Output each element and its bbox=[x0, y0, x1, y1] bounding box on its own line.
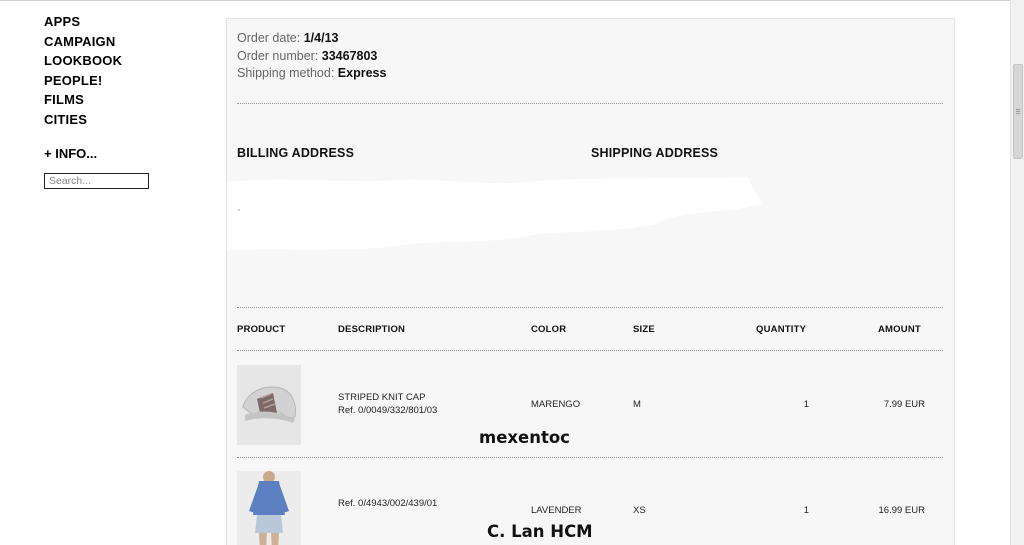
row1-ref: Ref. 0/0049/332/801/03 bbox=[338, 405, 438, 416]
scrollbar-thumb[interactable] bbox=[1013, 64, 1023, 159]
row2-description: Ref. 0/4943/002/439/01 bbox=[338, 497, 437, 510]
info-link[interactable]: + INFO... bbox=[44, 146, 204, 161]
billing-address-title: BILLING ADDRESS bbox=[237, 146, 355, 160]
shipping-method-value: Express bbox=[337, 66, 387, 80]
col-quantity: QUANTITY bbox=[756, 324, 807, 335]
redacted-address-area bbox=[227, 177, 762, 250]
knit-cap-icon bbox=[237, 365, 301, 445]
order-panel: Order date: 1/4/13 Order number: 3346780… bbox=[226, 18, 955, 545]
order-number-value: 33467803 bbox=[321, 48, 378, 63]
product-image-knit-cap[interactable] bbox=[237, 365, 301, 445]
grip-line bbox=[1016, 111, 1020, 112]
nav-apps[interactable]: APPS bbox=[44, 12, 204, 32]
order-date-value: 1/4/13 bbox=[303, 31, 339, 45]
shipping-method: Shipping method: Express bbox=[237, 65, 386, 83]
nav-campaign[interactable]: CAMPAIGN bbox=[44, 32, 204, 52]
row2-ref: Ref. 0/4943/002/439/01 bbox=[338, 498, 438, 509]
nav-cities[interactable]: CITIES bbox=[44, 110, 204, 130]
order-date-label: Order date: bbox=[237, 31, 301, 45]
divider bbox=[237, 307, 943, 308]
shipping-address-title: SHIPPING ADDRESS bbox=[591, 146, 719, 160]
divider bbox=[237, 350, 943, 351]
shirt-model-icon bbox=[237, 471, 301, 545]
row2-color: LAVENDER bbox=[531, 505, 582, 516]
row2-size: XS bbox=[633, 505, 646, 516]
col-color: COLOR bbox=[531, 324, 567, 335]
col-size: SIZE bbox=[633, 324, 655, 335]
grip-line bbox=[1016, 113, 1020, 114]
nav-lookbook[interactable]: LOOKBOOK bbox=[44, 51, 204, 71]
watermark-text: mexentoc bbox=[479, 428, 570, 447]
row1-size: M bbox=[633, 399, 641, 410]
row2-amount: 16.99 EUR bbox=[878, 505, 925, 516]
nav-people[interactable]: PEOPLE! bbox=[44, 71, 204, 91]
row1-amount: 7.99 EUR bbox=[883, 399, 925, 410]
row1-product-name: STRIPED KNIT CAP bbox=[338, 392, 426, 403]
divider bbox=[237, 103, 943, 104]
order-number-label: Order number: bbox=[237, 48, 319, 63]
window-top-border bbox=[0, 0, 1024, 1]
product-image-shirt[interactable] bbox=[237, 471, 301, 545]
shipping-method-label: Shipping method: bbox=[237, 66, 335, 80]
search-input[interactable] bbox=[44, 172, 149, 189]
col-amount: AMOUNT bbox=[878, 324, 921, 335]
grip-line bbox=[1016, 109, 1020, 110]
col-product: PRODUCT bbox=[237, 324, 286, 335]
sidebar: APPS CAMPAIGN LOOKBOOK PEOPLE! FILMS CIT… bbox=[44, 12, 204, 189]
order-number: Order number: 33467803 bbox=[237, 48, 386, 66]
row1-color: MARENGO bbox=[531, 399, 581, 410]
divider bbox=[237, 457, 943, 458]
nav-films[interactable]: FILMS bbox=[44, 90, 204, 110]
order-meta: Order date: 1/4/13 Order number: 3346780… bbox=[237, 30, 386, 83]
row1-description: STRIPED KNIT CAP Ref. 0/0049/332/801/03 bbox=[338, 391, 437, 417]
row1-quantity: 1 bbox=[803, 399, 809, 410]
col-description: DESCRIPTION bbox=[338, 324, 406, 335]
scrollbar[interactable] bbox=[1010, 0, 1024, 545]
row2-quantity: 1 bbox=[803, 505, 809, 516]
order-date: Order date: 1/4/13 bbox=[237, 30, 386, 48]
watermark-text: C. Lan HCM bbox=[487, 522, 593, 541]
